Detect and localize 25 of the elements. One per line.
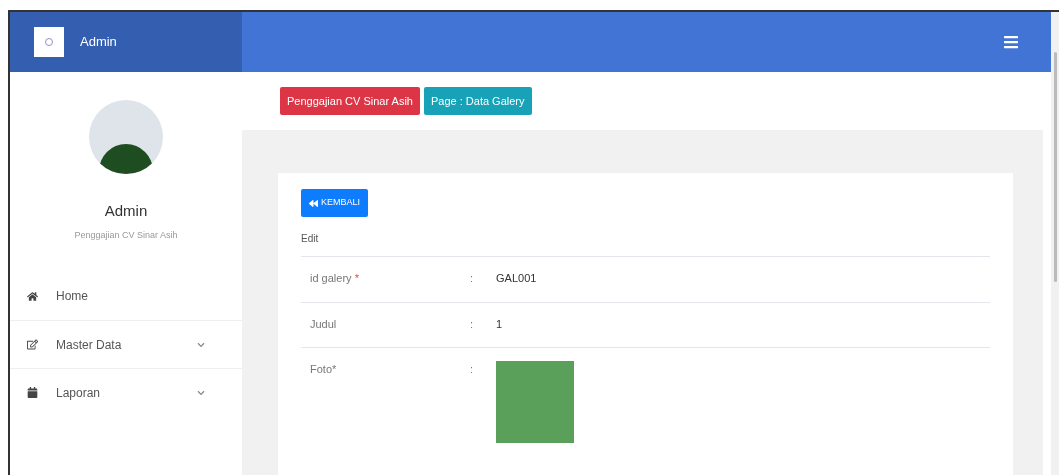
brand-name: Admin [80,33,117,52]
logo-icon [34,27,64,57]
field-separator: : [470,271,475,286]
field-value: GAL001 [496,271,537,286]
field-separator: : [470,362,475,377]
menu-icon[interactable] [1003,34,1019,50]
user-subtitle: Penggajian CV Sinar Asih [74,228,178,242]
field-label: id galery * [309,271,360,286]
user-name: Admin [104,201,148,221]
chevron-icon [197,340,205,349]
back-button[interactable]: KEMBALI [301,189,368,217]
home-icon [27,290,38,302]
breadcrumb-badge: Penggajian CV Sinar Asih [280,86,420,116]
chevron-icon [197,388,205,397]
calendar-icon [27,387,38,398]
edit-icon [27,339,38,350]
section-title: Edit [301,232,320,246]
field-separator: : [470,316,475,332]
field-label: Judul [309,316,338,332]
breadcrumb-badge: Page : Data Galery [423,86,532,116]
rewind-icon [309,198,318,208]
field-value: 1 [496,316,503,332]
field-label: Foto* [309,362,338,377]
sidebar-item[interactable]: Home [10,272,242,320]
scrollbar-thumb[interactable] [1053,52,1057,282]
